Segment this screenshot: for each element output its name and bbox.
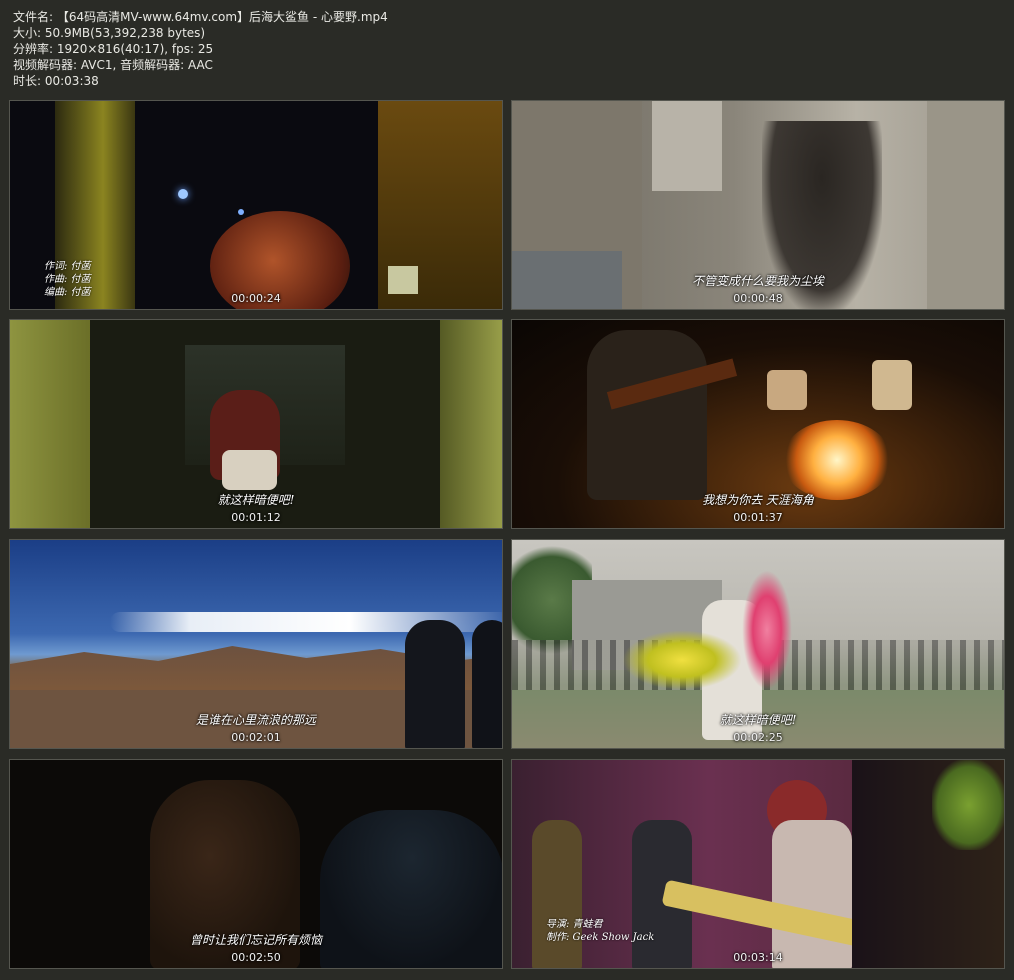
credit-line: 作词: 付菡: [44, 261, 91, 272]
credit-line: 导演: 青蛙君: [546, 919, 603, 930]
credits: 导演: 青蛙君 制作: Geek Show Jack: [546, 918, 654, 944]
subtitle: 不管变成什么要我为尘埃: [691, 274, 824, 288]
thumbnail-6[interactable]: 就这样暗便吧! 00:02:25: [511, 539, 1005, 749]
thumbnail-8[interactable]: 导演: 青蛙君 制作: Geek Show Jack 00:03:14: [511, 759, 1005, 969]
timestamp: 00:01:37: [733, 511, 783, 524]
credit-line: 制作: Geek Show Jack: [546, 932, 655, 943]
subtitle: 曾时让我们忘记所有烦恼: [189, 933, 322, 947]
duration: 时长: 00:03:38: [13, 74, 99, 88]
timestamp: 00:00:48: [733, 292, 783, 305]
file-name: 文件名: 【64码高清MV-www.64mv.com】后海大鲨鱼 - 心要野.m…: [13, 10, 388, 24]
timestamp: 00:02:50: [231, 951, 281, 964]
timestamp: 00:03:14: [733, 951, 783, 964]
file-info-header: 文件名: 【64码高清MV-www.64mv.com】后海大鲨鱼 - 心要野.m…: [13, 9, 388, 89]
file-size: 大小: 50.9MB(53,392,238 bytes): [13, 26, 206, 40]
timestamp: 00:00:24: [231, 292, 281, 305]
timestamp: 00:02:25: [733, 731, 783, 744]
thumbnail-5[interactable]: 是谁在心里流浪的那远 00:02:01: [9, 539, 503, 749]
subtitle: 就这样暗便吧!: [217, 493, 295, 507]
timestamp: 00:01:12: [231, 511, 281, 524]
codecs: 视频解码器: AVC1, 音频解码器: AAC: [13, 58, 213, 72]
credit-line: 作曲: 付菡: [44, 274, 91, 285]
resolution: 分辨率: 1920×816(40:17), fps: 25: [13, 42, 214, 56]
thumbnail-7[interactable]: 曾时让我们忘记所有烦恼 00:02:50: [9, 759, 503, 969]
thumbnail-1[interactable]: 作词: 付菡 作曲: 付菡 编曲: 付菡 00:00:24: [9, 100, 503, 310]
subtitle: 就这样暗便吧!: [719, 713, 797, 727]
thumbnail-4[interactable]: 我想为你去 天涯海角 00:01:37: [511, 319, 1005, 529]
timestamp: 00:02:01: [231, 731, 281, 744]
subtitle: 是谁在心里流浪的那远: [195, 713, 316, 727]
subtitle: 我想为你去 天涯海角: [702, 493, 814, 507]
thumbnail-2[interactable]: 不管变成什么要我为尘埃 00:00:48: [511, 100, 1005, 310]
thumbnail-3[interactable]: 就这样暗便吧! 00:01:12: [9, 319, 503, 529]
